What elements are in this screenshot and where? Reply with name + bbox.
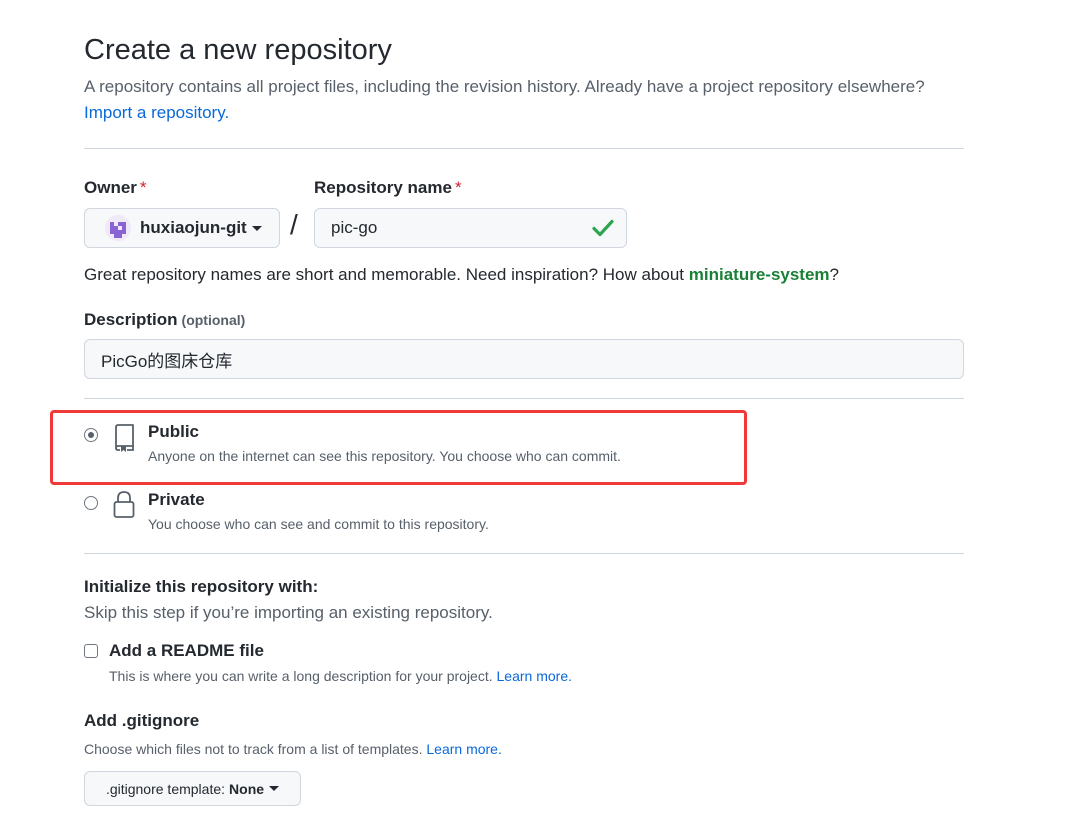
required-mark: * (454, 178, 462, 197)
identicon-avatar-icon (105, 215, 131, 241)
gitignore-select-value: None (229, 780, 265, 797)
repository-name-label-text: Repository name (314, 178, 452, 197)
divider (84, 553, 964, 554)
public-option-highlight (50, 410, 747, 485)
gitignore-title: Add .gitignore (84, 711, 200, 730)
divider (84, 398, 964, 399)
readme-learn-more-link[interactable]: Learn more. (497, 668, 572, 684)
avatar (105, 215, 131, 241)
private-description: You choose who can see and commit to thi… (148, 516, 489, 532)
repository-name-label: Repository name * (314, 178, 462, 198)
gitignore-template-select[interactable]: .gitignore template: None (84, 771, 301, 806)
gitignore-learn-more-link[interactable]: Learn more. (426, 741, 501, 757)
caret-down-icon (251, 225, 262, 231)
readme-description: This is where you can write a long descr… (109, 668, 572, 684)
readme-label: Add a README file (109, 641, 264, 660)
owner-dropdown[interactable]: huxiaojun-git (84, 208, 280, 248)
repository-name-input[interactable] (314, 208, 627, 248)
required-mark: * (139, 178, 147, 197)
gitignore-select-prefix: .gitignore template: (105, 780, 226, 797)
repository-name-hint: Great repository names are short and mem… (84, 265, 839, 285)
initialize-title: Initialize this repository with: (84, 577, 319, 596)
check-icon (592, 219, 614, 237)
import-repository-link[interactable]: Import a repository. (84, 103, 229, 123)
owner-label: Owner * (84, 178, 147, 198)
description-label: Description (optional) (84, 310, 245, 330)
private-radio[interactable] (84, 496, 98, 510)
readme-desc-text: This is where you can write a long descr… (109, 668, 493, 684)
page-subtitle: A repository contains all project files,… (84, 77, 925, 96)
page-title: Create a new repository (84, 34, 392, 66)
description-input[interactable] (84, 339, 964, 379)
gitignore-description: Choose which files not to track from a l… (84, 741, 502, 757)
owner-name: huxiaojun-git (140, 218, 247, 237)
owner-label-text: Owner (84, 178, 137, 197)
owner-repo-separator: / (290, 209, 298, 240)
hint-text: Great repository names are short and mem… (84, 265, 689, 284)
optional-tag: (optional) (181, 312, 246, 328)
initialize-subtitle: Skip this step if you’re importing an ex… (84, 603, 493, 622)
gitignore-desc-text: Choose which files not to track from a l… (84, 741, 423, 757)
private-title: Private (148, 490, 205, 509)
lock-icon (113, 491, 135, 518)
description-label-text: Description (84, 310, 178, 329)
readme-checkbox[interactable] (84, 644, 98, 658)
name-suggestion-link[interactable]: miniature-system (689, 265, 830, 284)
divider (84, 148, 964, 149)
hint-suffix: ? (829, 265, 840, 284)
caret-down-icon (269, 786, 280, 791)
